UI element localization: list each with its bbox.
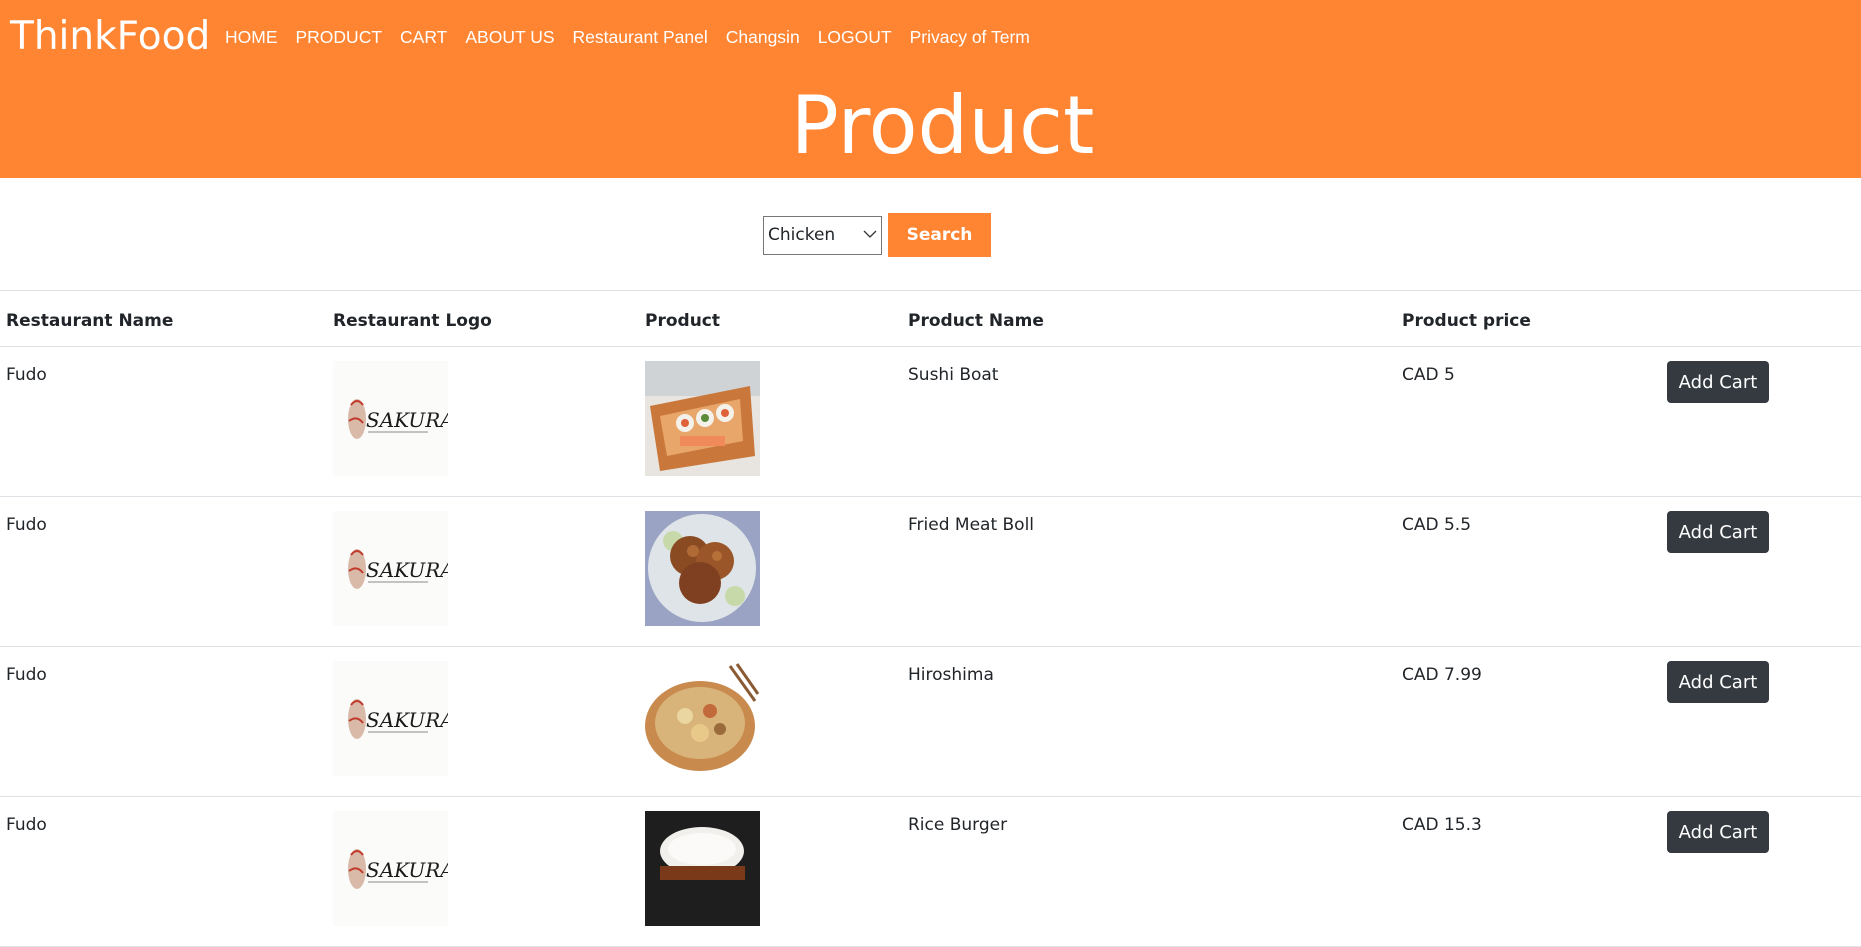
product-table: Restaurant Name Restaurant Logo Product …: [0, 290, 1861, 947]
nav-user-changsin[interactable]: Changsin: [726, 27, 800, 48]
chevron-down-icon: [863, 230, 877, 238]
nav-privacy-of-term[interactable]: Privacy of Term: [910, 27, 1030, 48]
table-row: Fudo SAKURA Fried Meat Boll CAD 5.5 Add …: [0, 497, 1861, 647]
okonomiyaki-image: [645, 661, 760, 776]
rice-burger-image: [645, 811, 760, 926]
restaurant-name: Fudo: [6, 815, 47, 835]
product-price: CAD 15.3: [1402, 815, 1482, 835]
fried-meatball-image: [645, 511, 760, 626]
product-price: CAD 7.99: [1402, 665, 1482, 685]
restaurant-logo-image: SAKURA: [333, 811, 455, 926]
header-restaurant-name: Restaurant Name: [6, 311, 174, 331]
table-header: Restaurant Name Restaurant Logo Product …: [0, 290, 1861, 347]
restaurant-name: Fudo: [6, 665, 47, 685]
product-name: Fried Meat Boll: [908, 515, 1035, 535]
restaurant-logo-image: SAKURA: [333, 361, 455, 476]
category-select-value: Chicken: [768, 224, 836, 245]
add-cart-button[interactable]: Add Cart: [1667, 661, 1769, 703]
nav-cart[interactable]: CART: [400, 27, 447, 48]
add-cart-button[interactable]: Add Cart: [1667, 811, 1769, 853]
site-header: ThinkFood HOME PRODUCT CART ABOUT US Res…: [0, 0, 1861, 178]
restaurant-logo-image: SAKURA: [333, 511, 455, 626]
svg-text:SAKURA: SAKURA: [366, 858, 448, 882]
product-name: Rice Burger: [908, 815, 1008, 835]
table-row: Fudo SAKURA Sushi Boat CAD 5 Add Cart: [0, 347, 1861, 497]
restaurant-logo-image: SAKURA: [333, 661, 455, 776]
search-bar: Chicken Search: [763, 213, 991, 257]
restaurant-name: Fudo: [6, 365, 47, 385]
restaurant-name: Fudo: [6, 515, 47, 535]
table-row: Fudo SAKURA Hiroshima CAD 7.99 Add Cart: [0, 647, 1861, 797]
nav-about-us[interactable]: ABOUT US: [465, 27, 554, 48]
header-restaurant-logo: Restaurant Logo: [333, 311, 492, 331]
page-title: Product: [790, 79, 1095, 172]
header-product-price: Product price: [1402, 311, 1531, 331]
nav-home[interactable]: HOME: [225, 27, 278, 48]
svg-text:SAKURA: SAKURA: [366, 408, 448, 432]
nav-restaurant-panel[interactable]: Restaurant Panel: [573, 27, 708, 48]
main-nav: HOME PRODUCT CART ABOUT US Restaurant Pa…: [225, 27, 1048, 48]
header-product-name: Product Name: [908, 311, 1044, 331]
sushi-boat-image: [645, 361, 760, 476]
nav-logout[interactable]: LOGOUT: [818, 27, 892, 48]
product-price: CAD 5.5: [1402, 515, 1472, 535]
svg-text:SAKURA: SAKURA: [366, 558, 448, 582]
category-select[interactable]: Chicken: [763, 215, 882, 255]
add-cart-button[interactable]: Add Cart: [1667, 361, 1769, 403]
nav-product[interactable]: PRODUCT: [296, 27, 383, 48]
product-name: Sushi Boat: [908, 365, 999, 385]
product-name: Hiroshima: [908, 665, 994, 685]
add-cart-button[interactable]: Add Cart: [1667, 511, 1769, 553]
brand-logo[interactable]: ThinkFood: [10, 14, 210, 59]
product-price: CAD 5: [1402, 365, 1455, 385]
search-button[interactable]: Search: [888, 213, 991, 257]
svg-text:SAKURA: SAKURA: [366, 708, 448, 732]
header-product: Product: [645, 311, 720, 331]
table-row: Fudo SAKURA Rice Burger CAD 15.3 Add Car…: [0, 797, 1861, 947]
